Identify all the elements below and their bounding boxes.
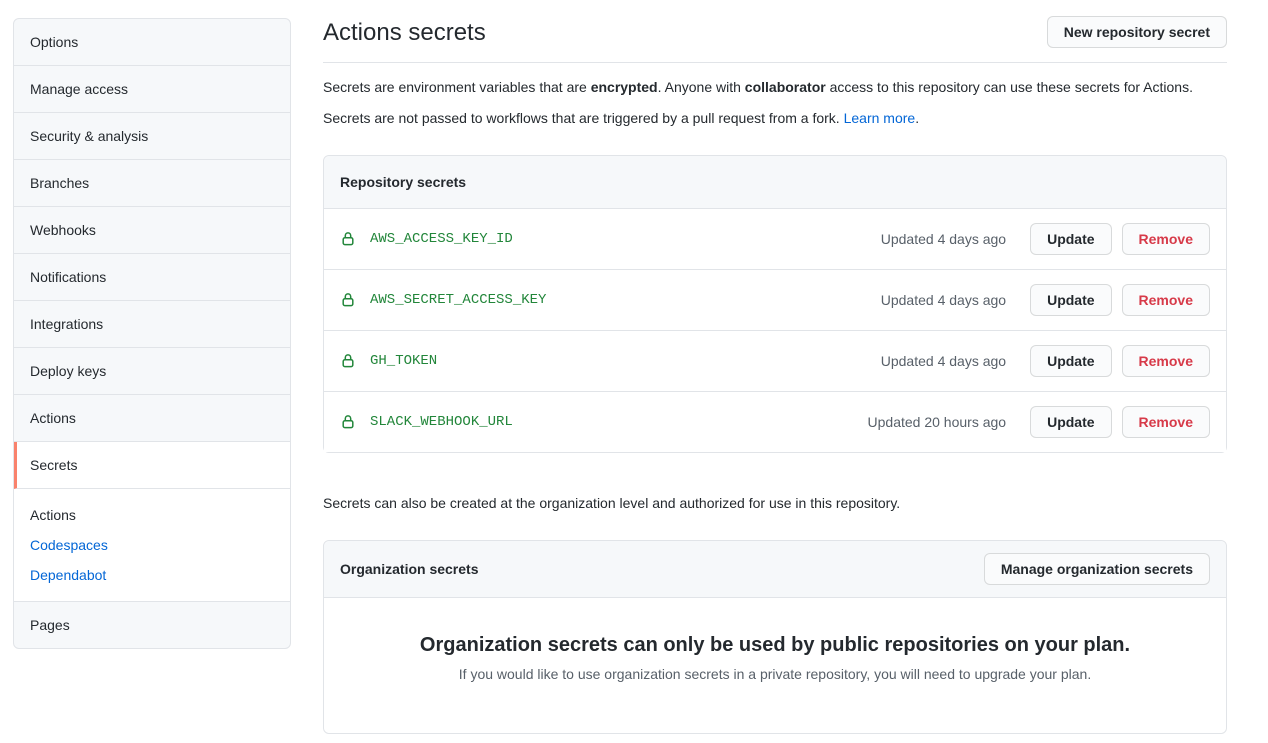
lock-icon — [340, 414, 356, 430]
repository-secrets-header: Repository secrets — [324, 156, 1226, 209]
sidebar-item-webhooks[interactable]: Webhooks — [14, 207, 290, 254]
sidebar-item-options[interactable]: Options — [14, 19, 290, 66]
description-line-1: Secrets are environment variables that a… — [323, 77, 1227, 98]
secrets-subnav: Actions Codespaces Dependabot — [14, 489, 290, 602]
secret-row: AWS_SECRET_ACCESS_KEY Updated 4 days ago… — [324, 269, 1226, 330]
description-bold-encrypted: encrypted — [591, 79, 658, 95]
page-header: Actions secrets New repository secret — [323, 16, 1227, 63]
sidebar-item-security-analysis[interactable]: Security & analysis — [14, 113, 290, 160]
secret-row: AWS_ACCESS_KEY_ID Updated 4 days ago Upd… — [324, 209, 1226, 269]
lock-icon — [340, 231, 356, 247]
secret-name: SLACK_WEBHOOK_URL — [370, 414, 513, 430]
actions-secrets-page: Actions secrets New repository secret Se… — [323, 16, 1227, 734]
org-secrets-blankslate: Organization secrets can only be used by… — [324, 598, 1226, 733]
description-line-2: Secrets are not passed to workflows that… — [323, 108, 1227, 129]
description-text: Secrets are not passed to workflows that… — [323, 110, 844, 126]
sidebar-item-manage-access[interactable]: Manage access — [14, 66, 290, 113]
secret-name: AWS_SECRET_ACCESS_KEY — [370, 292, 546, 308]
update-secret-button[interactable]: Update — [1030, 223, 1111, 255]
description-text: access to this repository can use these … — [826, 79, 1193, 95]
settings-sidebar: Options Manage access Security & analysi… — [13, 18, 291, 649]
secret-row: GH_TOKEN Updated 4 days ago Update Remov… — [324, 330, 1226, 391]
secret-updated: Updated 20 hours ago — [868, 414, 1007, 430]
update-secret-button[interactable]: Update — [1030, 345, 1111, 377]
lock-icon — [340, 353, 356, 369]
subnav-item-dependabot[interactable]: Dependabot — [30, 565, 274, 585]
update-secret-button[interactable]: Update — [1030, 406, 1111, 438]
secret-updated: Updated 4 days ago — [881, 231, 1006, 247]
update-secret-button[interactable]: Update — [1030, 284, 1111, 316]
sidebar-item-actions[interactable]: Actions — [14, 395, 290, 442]
secret-updated: Updated 4 days ago — [881, 353, 1006, 369]
subnav-item-actions[interactable]: Actions — [30, 505, 274, 525]
description-text: . Anyone with — [658, 79, 745, 95]
description-bold-collaborator: collaborator — [745, 79, 826, 95]
new-repository-secret-button[interactable]: New repository secret — [1047, 16, 1227, 48]
blankslate-title: Organization secrets can only be used by… — [364, 634, 1186, 657]
remove-secret-button[interactable]: Remove — [1122, 406, 1210, 438]
sidebar-item-deploy-keys[interactable]: Deploy keys — [14, 348, 290, 395]
sidebar-item-pages[interactable]: Pages — [14, 602, 290, 648]
secret-updated: Updated 4 days ago — [881, 292, 1006, 308]
sidebar-item-secrets[interactable]: Secrets — [14, 442, 290, 489]
learn-more-link[interactable]: Learn more — [844, 110, 916, 126]
lock-icon — [340, 292, 356, 308]
remove-secret-button[interactable]: Remove — [1122, 284, 1210, 316]
remove-secret-button[interactable]: Remove — [1122, 345, 1210, 377]
sidebar-item-notifications[interactable]: Notifications — [14, 254, 290, 301]
page-title: Actions secrets — [323, 17, 486, 48]
repository-secrets-box: Repository secrets AWS_ACCESS_KEY_ID Upd… — [323, 155, 1227, 453]
organization-secrets-title: Organization secrets — [340, 559, 479, 579]
manage-organization-secrets-button[interactable]: Manage organization secrets — [984, 553, 1210, 585]
subnav-item-codespaces[interactable]: Codespaces — [30, 535, 274, 555]
remove-secret-button[interactable]: Remove — [1122, 223, 1210, 255]
description-text: . — [915, 110, 919, 126]
organization-secrets-header: Organization secrets Manage organization… — [324, 541, 1226, 598]
sidebar-item-branches[interactable]: Branches — [14, 160, 290, 207]
secret-row: SLACK_WEBHOOK_URL Updated 20 hours ago U… — [324, 391, 1226, 452]
description-text: Secrets are environment variables that a… — [323, 79, 591, 95]
sidebar-item-integrations[interactable]: Integrations — [14, 301, 290, 348]
secret-name: AWS_ACCESS_KEY_ID — [370, 231, 513, 247]
blankslate-text: If you would like to use organization se… — [364, 664, 1186, 685]
secret-name: GH_TOKEN — [370, 353, 437, 369]
organization-secrets-box: Organization secrets Manage organization… — [323, 540, 1227, 734]
secrets-description: Secrets are environment variables that a… — [323, 77, 1227, 129]
org-secrets-note: Secrets can also be created at the organ… — [323, 493, 1227, 514]
